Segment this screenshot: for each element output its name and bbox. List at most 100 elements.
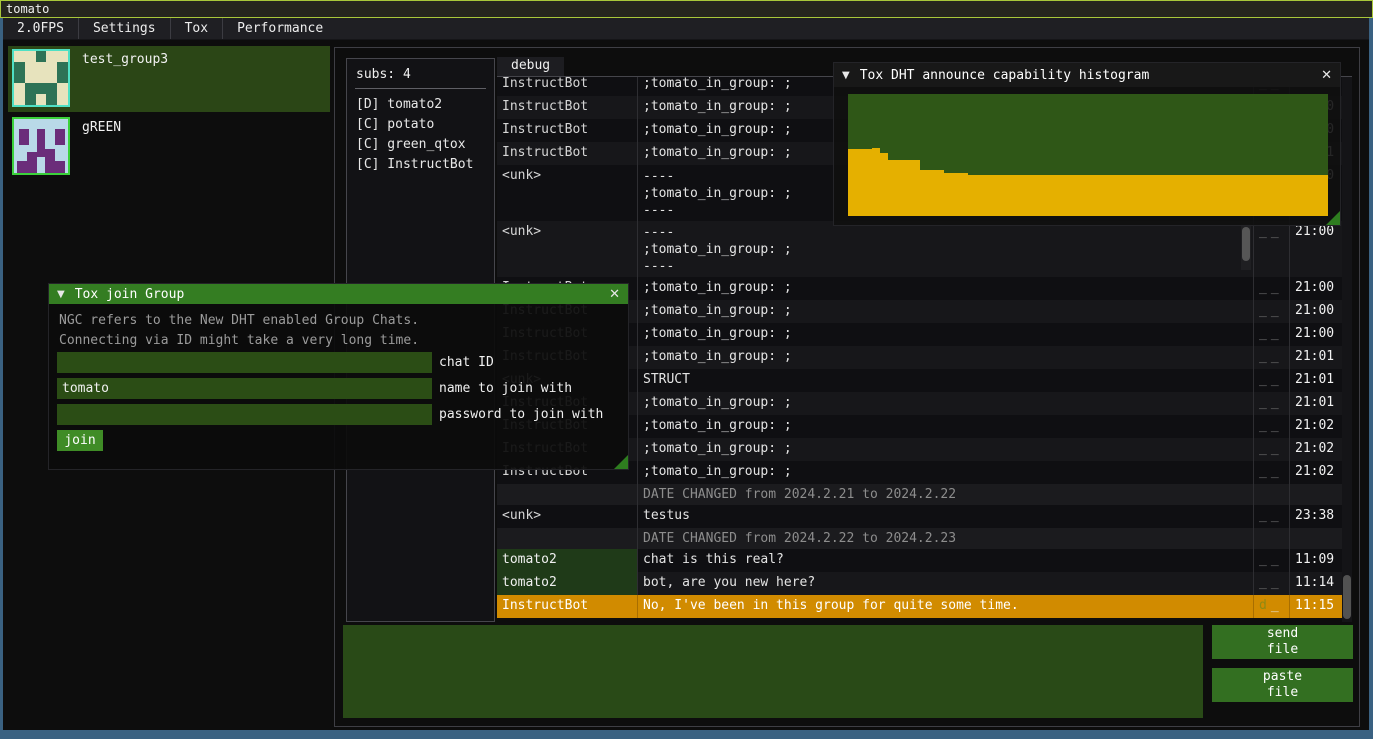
chat-scrollbar-track[interactable] xyxy=(1342,77,1352,622)
tab-debug[interactable]: debug xyxy=(497,57,564,76)
resize-grip[interactable] xyxy=(1326,211,1340,225)
dht-histogram-titlebar[interactable]: ▼ Tox DHT announce capability histogram … xyxy=(834,63,1340,87)
subs-member[interactable]: [C] potato xyxy=(356,115,485,135)
subs-member[interactable]: [C] InstructBot xyxy=(356,155,485,175)
histogram-bar xyxy=(928,170,936,216)
date-change-row[interactable]: DATE CHANGED from 2024.2.22 to 2024.2.23 xyxy=(497,528,1342,549)
sender-name: tomato2 xyxy=(497,572,638,595)
dht-histogram-plot xyxy=(848,94,1328,216)
chat-scrollbar-thumb[interactable] xyxy=(1343,575,1351,619)
message-flags: __ xyxy=(1254,221,1290,277)
message-cell-scrollbar-thumb[interactable] xyxy=(1242,227,1250,261)
histogram-bar xyxy=(1120,175,1128,216)
histogram-bar xyxy=(1192,175,1200,216)
message-row[interactable]: InstructBotNo, I've been in this group f… xyxy=(497,595,1342,618)
message-text: chat is this real? xyxy=(638,549,1254,572)
message-timestamp: 21:02 xyxy=(1290,438,1342,461)
message-row[interactable]: tomato2bot, are you new here?__11:14 xyxy=(497,572,1342,595)
message-row[interactable]: <unk>----;tomato_in_group: ;----__21:00 xyxy=(497,221,1342,277)
send-file-label-line1: send xyxy=(1267,626,1298,642)
sender-name: InstructBot xyxy=(497,142,638,165)
menu-item-performance[interactable]: Performance xyxy=(222,18,337,39)
avatar-pixel xyxy=(25,83,57,94)
message-flags xyxy=(1254,484,1290,505)
histogram-bar xyxy=(1056,175,1064,216)
message-timestamp xyxy=(1290,484,1342,505)
histogram-bar xyxy=(1160,175,1168,216)
join-button[interactable]: join xyxy=(57,430,103,451)
message-row[interactable]: <unk>testus__23:38 xyxy=(497,505,1342,528)
message-timestamp: 21:01 xyxy=(1290,392,1342,415)
message-text: ;tomato_in_group: ; xyxy=(638,323,1254,346)
close-icon[interactable]: ✕ xyxy=(1321,68,1332,83)
window-border-bottom xyxy=(0,730,1373,739)
sender-name xyxy=(497,528,638,549)
group-avatar xyxy=(12,49,70,107)
window-border-right xyxy=(1369,18,1373,730)
histogram-bar xyxy=(1136,175,1144,216)
message-timestamp: 21:00 xyxy=(1290,221,1342,277)
histogram-bar xyxy=(864,149,872,216)
message-text: ;tomato_in_group: ; xyxy=(638,277,1254,300)
message-text: ;tomato_in_group: ; xyxy=(638,300,1254,323)
histogram-bar xyxy=(1296,175,1304,216)
paste-file-button[interactable]: paste file xyxy=(1212,668,1353,702)
collapse-arrow-icon[interactable]: ▼ xyxy=(57,289,65,300)
histogram-bar xyxy=(936,170,944,216)
message-input[interactable] xyxy=(343,625,1203,718)
message-row[interactable]: tomato2chat is this real?__11:09 xyxy=(497,549,1342,572)
subs-member[interactable]: [C] green_qtox xyxy=(356,135,485,155)
group-name: gREEN xyxy=(82,120,121,135)
avatar-pixel xyxy=(14,62,25,84)
histogram-bar xyxy=(1320,175,1328,216)
join-password-field[interactable] xyxy=(57,404,432,425)
subs-count-label: subs: 4 xyxy=(347,59,494,88)
os-titlebar[interactable]: tomato xyxy=(0,0,1373,18)
message-flags: __ xyxy=(1254,277,1290,300)
menu-item-settings[interactable]: Settings xyxy=(78,18,170,39)
date-change-row[interactable]: DATE CHANGED from 2024.2.21 to 2024.2.22 xyxy=(497,484,1342,505)
message-flags: __ xyxy=(1254,300,1290,323)
histogram-bar xyxy=(976,175,984,216)
chat-id-field[interactable] xyxy=(57,352,432,373)
histogram-bar xyxy=(1112,175,1120,216)
histogram-bar xyxy=(1256,175,1264,216)
message-timestamp: 11:09 xyxy=(1290,549,1342,572)
sender-name: InstructBot xyxy=(497,595,638,618)
resize-grip[interactable] xyxy=(614,455,628,469)
tomato-app-window: { "window": { "title": "tomato" }, "menu… xyxy=(0,0,1373,739)
message-flags: __ xyxy=(1254,438,1290,461)
sender-name: <unk> xyxy=(497,221,638,277)
fps-indicator: 2.0FPS xyxy=(3,18,78,39)
message-text: ;tomato_in_group: ; xyxy=(638,346,1254,369)
histogram-bar xyxy=(1048,175,1056,216)
message-timestamp: 23:38 xyxy=(1290,505,1342,528)
subs-member[interactable]: [D] tomato2 xyxy=(356,95,485,115)
histogram-bar xyxy=(1064,175,1072,216)
menu-item-tox[interactable]: Tox xyxy=(170,18,222,39)
sidebar-item-gREEN[interactable]: gREEN xyxy=(8,114,330,180)
sidebar-item-test_group3[interactable]: test_group3 xyxy=(8,46,330,112)
histogram-bar xyxy=(1032,175,1040,216)
message-timestamp: 21:02 xyxy=(1290,415,1342,438)
message-text: ;tomato_in_group: ; xyxy=(638,415,1254,438)
collapse-arrow-icon[interactable]: ▼ xyxy=(842,70,850,81)
message-timestamp: 21:01 xyxy=(1290,346,1342,369)
join-name-field[interactable] xyxy=(57,378,432,399)
message-timestamp: 21:00 xyxy=(1290,323,1342,346)
join-group-titlebar[interactable]: ▼ Tox join Group ✕ xyxy=(49,284,628,304)
histogram-bar xyxy=(960,173,968,216)
send-file-button[interactable]: send file xyxy=(1212,625,1353,659)
histogram-bar xyxy=(984,175,992,216)
message-timestamp: 11:14 xyxy=(1290,572,1342,595)
histogram-bar xyxy=(1224,175,1232,216)
group-name: test_group3 xyxy=(82,52,168,67)
message-timestamp: 21:01 xyxy=(1290,369,1342,392)
histogram-bar xyxy=(1008,175,1016,216)
close-icon[interactable]: ✕ xyxy=(609,287,620,302)
message-text: DATE CHANGED from 2024.2.22 to 2024.2.23 xyxy=(638,528,1254,549)
message-text: testus xyxy=(638,505,1254,528)
send-file-label-line2: file xyxy=(1267,642,1298,658)
sender-name: InstructBot xyxy=(497,77,638,96)
sender-name: InstructBot xyxy=(497,96,638,119)
